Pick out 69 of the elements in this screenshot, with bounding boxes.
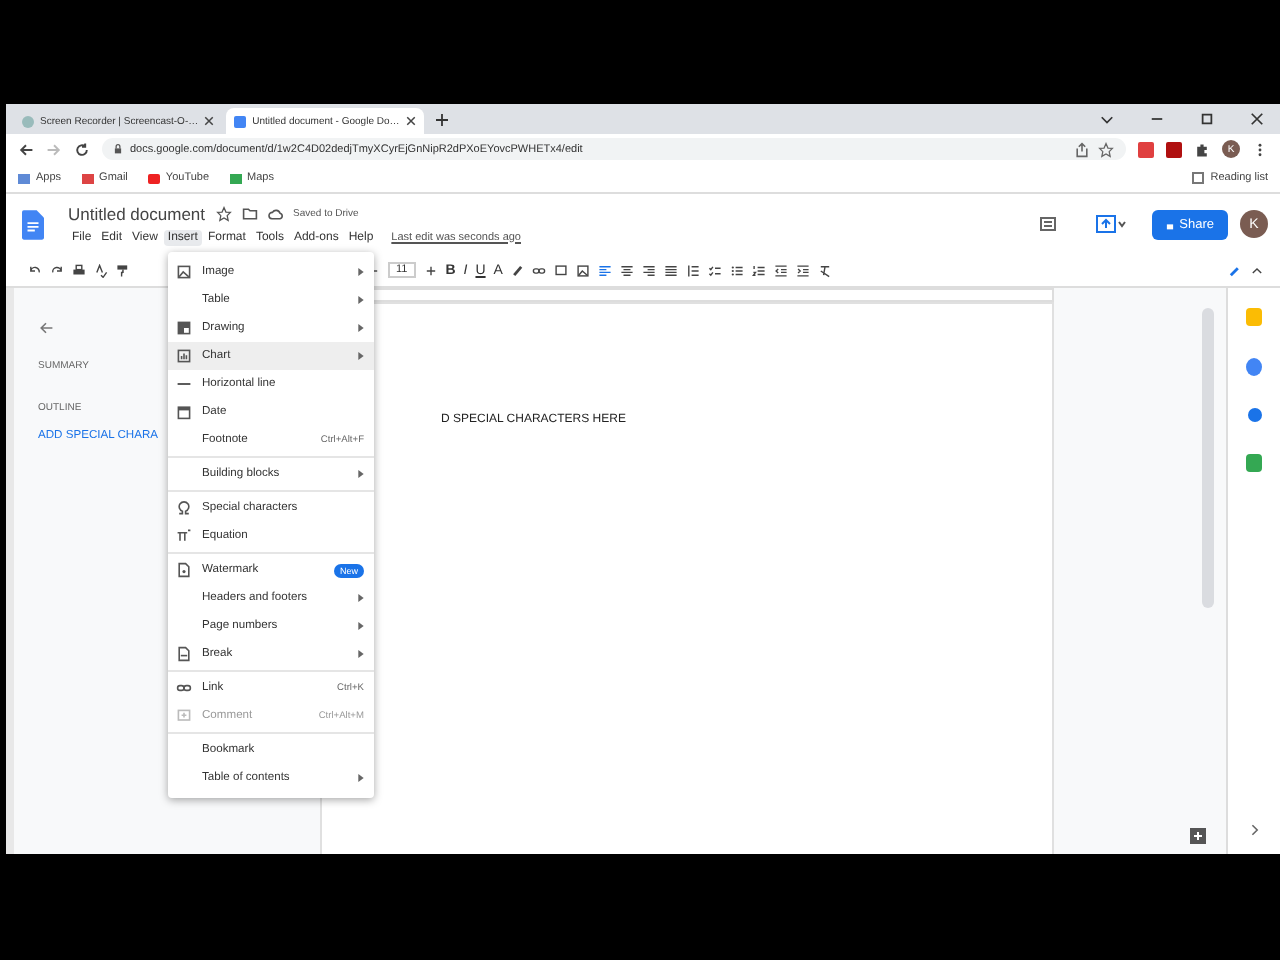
checklist-icon[interactable] <box>708 263 723 277</box>
chevron-right-icon[interactable] <box>1246 822 1262 838</box>
link-icon <box>176 680 192 696</box>
calendar-icon <box>176 404 192 420</box>
comment-icon[interactable] <box>554 263 569 277</box>
collapse-icon[interactable] <box>1250 263 1264 277</box>
star-icon[interactable] <box>1098 141 1114 157</box>
justify-icon[interactable] <box>664 263 679 277</box>
puzzle-icon[interactable] <box>1194 141 1210 157</box>
redo-icon[interactable] <box>50 263 64 277</box>
new-tab-icon[interactable] <box>435 114 448 126</box>
reload-icon[interactable] <box>74 141 90 157</box>
page-break-icon <box>176 646 192 662</box>
submenu-arrow-icon <box>358 470 364 478</box>
submenu-arrow-icon <box>358 268 364 276</box>
submenu-arrow-icon <box>358 622 364 630</box>
minimize-icon[interactable] <box>1150 112 1164 126</box>
tab-favicon-icon <box>234 115 247 127</box>
omega-icon <box>176 500 192 516</box>
align-center-icon[interactable] <box>620 263 635 277</box>
pi-icon <box>176 528 192 544</box>
increase-indent-icon[interactable] <box>796 263 811 277</box>
close-icon[interactable] <box>1250 112 1264 126</box>
bulleted-list-icon[interactable] <box>730 263 745 277</box>
submenu-arrow-icon <box>358 296 364 304</box>
submenu-arrow-icon <box>358 774 364 782</box>
align-right-icon[interactable] <box>642 263 657 277</box>
highlighter-icon[interactable] <box>510 263 525 277</box>
print-icon[interactable] <box>72 263 86 277</box>
image-icon[interactable] <box>576 263 591 277</box>
star-icon[interactable] <box>215 205 232 221</box>
align-left-icon[interactable] <box>598 263 613 277</box>
plus-icon[interactable] <box>423 263 438 277</box>
folder-icon[interactable] <box>241 205 258 221</box>
decrease-indent-icon[interactable] <box>774 263 789 277</box>
clear-formatting-icon[interactable] <box>818 263 833 277</box>
share-icon[interactable] <box>1074 141 1090 157</box>
back-icon[interactable] <box>18 141 34 157</box>
chevron-down-icon[interactable] <box>1100 112 1114 126</box>
pdf-extension-icon[interactable] <box>1166 141 1182 157</box>
close-icon[interactable] <box>204 116 215 126</box>
drawing-icon <box>176 320 192 336</box>
tab-favicon-icon <box>22 115 34 127</box>
scrollbar-thumb[interactable] <box>1202 308 1214 608</box>
explore-icon[interactable] <box>1188 826 1208 846</box>
submenu-arrow-icon <box>358 650 364 658</box>
submenu-arrow-icon <box>358 594 364 602</box>
extension-icon[interactable] <box>1138 141 1154 157</box>
line-spacing-icon[interactable] <box>686 263 701 277</box>
image-icon <box>176 264 192 280</box>
spellcheck-icon[interactable] <box>94 263 108 277</box>
cloud-icon <box>267 205 284 221</box>
submenu-arrow-icon <box>358 352 364 360</box>
chart-icon <box>176 348 192 364</box>
restore-icon[interactable] <box>1200 112 1214 126</box>
document-icon <box>176 562 192 578</box>
close-icon[interactable] <box>405 116 416 126</box>
link-icon[interactable] <box>532 263 547 277</box>
undo-icon[interactable] <box>28 263 42 277</box>
pencil-icon[interactable] <box>1228 263 1242 277</box>
document-title[interactable]: Untitled document <box>68 203 206 223</box>
docs-logo-icon[interactable] <box>22 209 44 239</box>
submenu-arrow-icon <box>358 324 364 332</box>
comment-icon <box>176 708 192 724</box>
numbered-list-icon[interactable] <box>752 263 767 277</box>
paint-format-icon[interactable] <box>116 263 130 277</box>
comment-history-icon[interactable] <box>1037 214 1058 234</box>
present-icon[interactable] <box>1093 214 1128 234</box>
back-arrow-icon[interactable] <box>38 320 54 336</box>
